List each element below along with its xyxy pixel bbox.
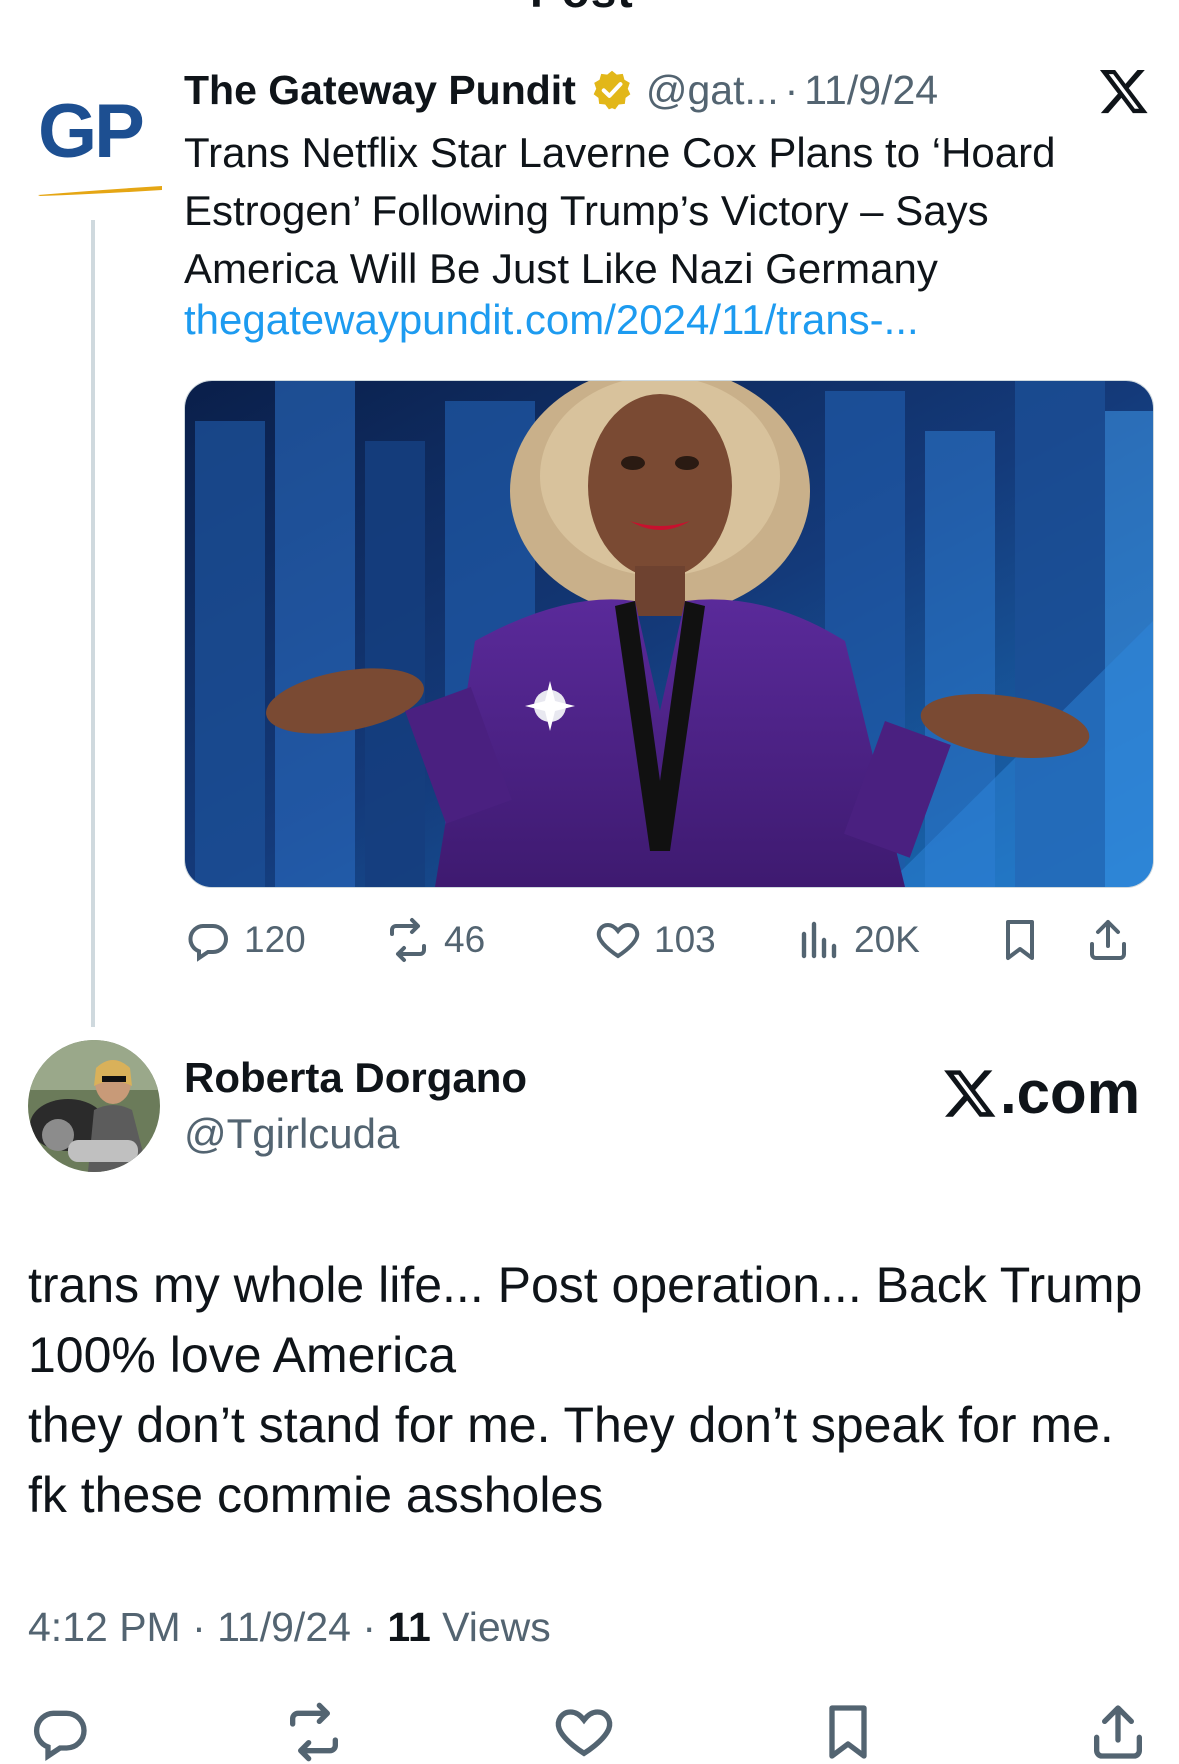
logo-swoosh <box>38 186 162 196</box>
bookmark-button[interactable] <box>996 910 1056 970</box>
post-header: The Gateway Pundit @gat... · 11/9/24 <box>184 62 1124 118</box>
reply-button[interactable]: 120 <box>184 910 306 970</box>
avatar-photo <box>28 1040 160 1172</box>
author-handle[interactable]: @gat... <box>646 67 779 114</box>
analytics-icon <box>801 921 837 959</box>
like-button[interactable]: 103 <box>594 910 716 970</box>
like-count: 103 <box>654 919 716 960</box>
separator-dot: · <box>784 66 799 113</box>
quoted-post-actions: 120 46 103 20K <box>184 910 1144 970</box>
reply-icon <box>188 924 228 962</box>
verified-badge-icon <box>593 70 631 110</box>
author-name[interactable]: Roberta Dorgano <box>184 1054 527 1102</box>
separator-dot: · <box>362 1604 376 1650</box>
author-name[interactable]: The Gateway Pundit <box>184 67 576 114</box>
x-logo-icon <box>944 1069 996 1117</box>
repost-icon[interactable] <box>282 1700 346 1764</box>
x-com-watermark: .com <box>942 1058 1140 1127</box>
gateway-pundit-avatar[interactable]: GP <box>28 88 166 218</box>
post-media-image[interactable] <box>184 380 1154 888</box>
views-button[interactable]: 20K <box>794 910 920 970</box>
separator-dot: · <box>192 1604 206 1650</box>
author-handle[interactable]: @Tgirlcuda <box>184 1110 399 1158</box>
repost-button[interactable]: 46 <box>384 910 485 970</box>
watermark-text: .com <box>1000 1059 1141 1126</box>
views-count: 11 <box>387 1604 431 1650</box>
roberta-avatar[interactable] <box>28 1040 160 1172</box>
heart-icon <box>596 922 640 959</box>
page-title: Post <box>530 0 634 18</box>
post-date[interactable]: 11/9/24 <box>804 67 938 114</box>
thread-line <box>91 220 95 1027</box>
media-illustration <box>185 381 1153 887</box>
share-button[interactable] <box>1084 910 1144 970</box>
post-date: 11/9/24 <box>217 1604 351 1650</box>
heart-icon[interactable] <box>552 1700 616 1764</box>
post-time: 4:12 PM <box>28 1604 181 1650</box>
views-label[interactable]: Views <box>442 1604 551 1650</box>
post-meta: 4:12 PM · 11/9/24 · 11 Views <box>28 1604 551 1651</box>
share-icon[interactable] <box>1086 1700 1150 1764</box>
avatar-logo-text: GP <box>38 89 145 174</box>
share-icon <box>1090 920 1126 960</box>
x-logo-icon <box>1099 69 1148 114</box>
repost-count: 46 <box>444 919 486 960</box>
repost-icon <box>390 918 426 962</box>
bookmark-icon <box>1006 920 1034 960</box>
bookmark-icon[interactable] <box>816 1700 880 1764</box>
views-count: 20K <box>854 919 920 960</box>
post-body: trans my whole life... Post operation...… <box>28 1257 1143 1523</box>
post-actions-bar <box>0 1700 1179 1762</box>
back-arrow-icon[interactable] <box>28 0 58 8</box>
article-link[interactable]: thegatewaypundit.com/2024/11/trans-... <box>184 296 919 344</box>
reply-count: 120 <box>244 919 306 960</box>
reply-icon[interactable] <box>28 1700 92 1764</box>
quoted-post-text: Trans Netflix Star Laverne Cox Plans to … <box>184 129 1056 292</box>
